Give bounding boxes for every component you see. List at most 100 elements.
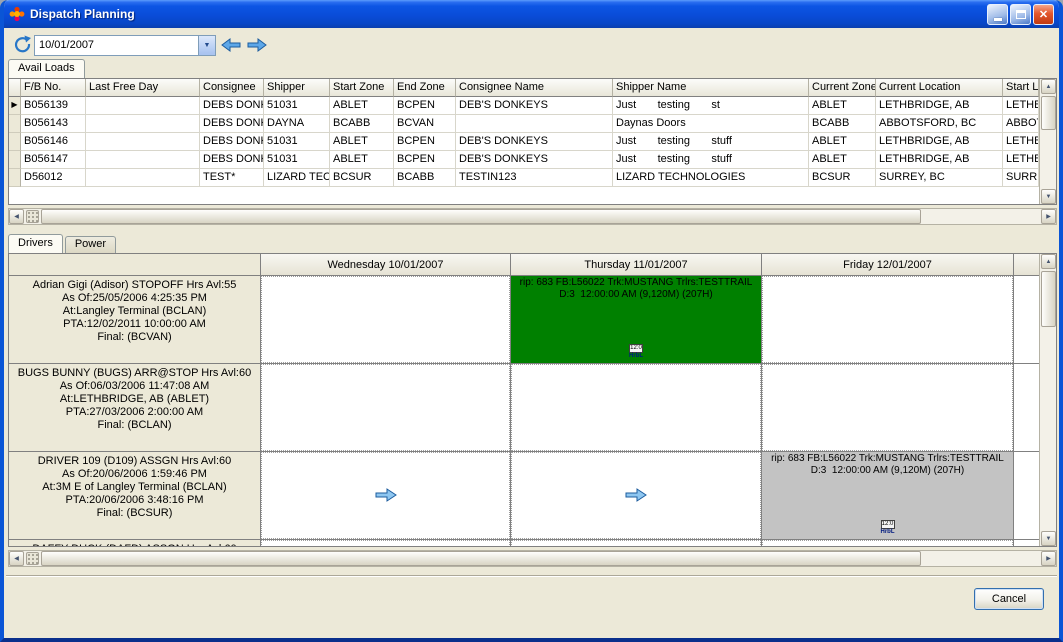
cell[interactable]: ABLET: [809, 97, 876, 115]
date-combobox[interactable]: 10/01/2007 ▼: [34, 35, 216, 56]
cell[interactable]: TESTIN123: [456, 169, 613, 187]
scroll-down-button[interactable]: ▼: [1041, 531, 1056, 546]
table-row[interactable]: ▶B056139DEBS DONKE51031ABLETBCPENDEB'S D…: [9, 97, 1039, 115]
row-selector[interactable]: [9, 151, 21, 169]
cell[interactable]: BCABB: [394, 169, 456, 187]
schedule-vertical-scrollbar[interactable]: ▲ ▼: [1039, 254, 1056, 546]
cell[interactable]: 51031: [264, 151, 330, 169]
schedule-cell[interactable]: [511, 540, 762, 546]
column-header[interactable]: F/B No.: [21, 79, 86, 97]
schedule-cell[interactable]: [762, 540, 1014, 546]
cell[interactable]: DEBS DONKE: [200, 151, 264, 169]
cell[interactable]: TEST*: [200, 169, 264, 187]
cell[interactable]: BCSUR: [330, 169, 394, 187]
cell[interactable]: DEBS DONKE: [200, 97, 264, 115]
schedule-cell[interactable]: [261, 540, 511, 546]
splitter-grip[interactable]: [26, 552, 39, 565]
cell[interactable]: LETHBRIDGE, AB: [876, 97, 1003, 115]
loads-vertical-scrollbar[interactable]: ▲ ▼: [1039, 79, 1056, 204]
splitter-grip[interactable]: [26, 210, 39, 223]
scroll-down-button[interactable]: ▼: [1041, 189, 1056, 204]
tab-power[interactable]: Power: [65, 236, 116, 253]
close-button[interactable]: ✕: [1033, 4, 1054, 25]
cell[interactable]: [86, 115, 200, 133]
combo-dropdown-button[interactable]: ▼: [198, 36, 215, 55]
scrollbar-thumb[interactable]: [41, 209, 921, 224]
cell[interactable]: DEB'S DONKEYS: [456, 97, 613, 115]
cell[interactable]: BCPEN: [394, 97, 456, 115]
cell[interactable]: DEBS DONKE: [200, 115, 264, 133]
schedule-cell[interactable]: rip: 683 FB:L56022 Trk:MUSTANG Trlrs:TES…: [762, 452, 1014, 540]
table-row[interactable]: D56012TEST*LIZARD TECBCSURBCABBTESTIN123…: [9, 169, 1039, 187]
cell[interactable]: 51031: [264, 133, 330, 151]
cell[interactable]: B056146: [21, 133, 86, 151]
cell[interactable]: B056143: [21, 115, 86, 133]
cell[interactable]: B056139: [21, 97, 86, 115]
cell[interactable]: DEB'S DONKEYS: [456, 133, 613, 151]
cell[interactable]: Just testing stuff: [613, 133, 809, 151]
driver-info-cell[interactable]: DAFFY DUCK (DAFD) ASSGN Hrs Avl:60: [9, 540, 261, 546]
cell[interactable]: ABLET: [809, 151, 876, 169]
scroll-up-button[interactable]: ▲: [1041, 79, 1056, 94]
date-value[interactable]: 10/01/2007: [35, 36, 198, 55]
cell[interactable]: Daynas Doors: [613, 115, 809, 133]
cell[interactable]: SURRE: [1003, 169, 1039, 187]
column-header[interactable]: Shipper Name: [613, 79, 809, 97]
scroll-left-button[interactable]: ◀: [9, 551, 24, 566]
cell[interactable]: ABLET: [809, 133, 876, 151]
driver-info-cell[interactable]: BUGS BUNNY (BUGS) ARR@STOP Hrs Avl:60As …: [9, 364, 261, 452]
schedule-cell[interactable]: [261, 452, 511, 540]
schedule-cell[interactable]: [511, 452, 762, 540]
driver-info-cell[interactable]: DRIVER 109 (D109) ASSGN Hrs Avl:60As Of:…: [9, 452, 261, 540]
cell[interactable]: LETHBRIDGE, AB: [876, 151, 1003, 169]
scroll-up-button[interactable]: ▲: [1041, 254, 1056, 269]
tab-drivers[interactable]: Drivers: [8, 234, 63, 253]
cell[interactable]: B056147: [21, 151, 86, 169]
scroll-right-button[interactable]: ▶: [1041, 209, 1056, 224]
schedule-cell[interactable]: [261, 364, 511, 452]
schedule-cell[interactable]: [261, 276, 511, 364]
cell[interactable]: LETHB: [1003, 97, 1039, 115]
row-selector[interactable]: [9, 133, 21, 151]
column-header[interactable]: Start L: [1003, 79, 1039, 97]
column-header[interactable]: Current Location: [876, 79, 1003, 97]
cell[interactable]: LETHB: [1003, 151, 1039, 169]
cell[interactable]: [86, 97, 200, 115]
cell[interactable]: BCPEN: [394, 151, 456, 169]
refresh-button[interactable]: [11, 34, 33, 56]
cancel-button[interactable]: Cancel: [974, 588, 1044, 610]
cell[interactable]: BCVAN: [394, 115, 456, 133]
cell[interactable]: ABLET: [330, 151, 394, 169]
cell[interactable]: [456, 115, 613, 133]
scrollbar-track[interactable]: [41, 209, 1041, 224]
cell[interactable]: BCSUR: [809, 169, 876, 187]
schedule-cell[interactable]: [762, 276, 1014, 364]
schedule-cell[interactable]: rip: 683 FB:L56022 Trk:MUSTANG Trlrs:TES…: [511, 276, 762, 364]
cell[interactable]: Just testing st: [613, 97, 809, 115]
driver-info-cell[interactable]: Adrian Gigi (Adisor) STOPOFF Hrs Avl:55A…: [9, 276, 261, 364]
cell[interactable]: BCPEN: [394, 133, 456, 151]
scrollbar-thumb[interactable]: [1041, 96, 1056, 130]
cell[interactable]: D56012: [21, 169, 86, 187]
cell[interactable]: [86, 133, 200, 151]
column-header[interactable]: Consignee: [200, 79, 264, 97]
schedule-cell[interactable]: [511, 364, 762, 452]
next-day-button[interactable]: [246, 36, 268, 56]
trip-block[interactable]: rip: 683 FB:L56022 Trk:MUSTANG Trlrs:TES…: [762, 452, 1013, 539]
table-row[interactable]: B056146 DEBS DONKE51031 ABLET BCPENDEB'S DO…: [9, 133, 1039, 151]
column-header[interactable]: Current Zone: [809, 79, 876, 97]
column-header[interactable]: Last Free Day: [86, 79, 200, 97]
row-selector[interactable]: ▶: [9, 97, 21, 115]
cell[interactable]: DAYNA: [264, 115, 330, 133]
tab-avail-loads[interactable]: Avail Loads: [8, 59, 85, 78]
cell[interactable]: ABBOT: [1003, 115, 1039, 133]
cell[interactable]: ABLET: [330, 97, 394, 115]
column-header[interactable]: Shipper: [264, 79, 330, 97]
column-header[interactable]: End Zone: [394, 79, 456, 97]
trip-block[interactable]: rip: 683 FB:L56022 Trk:MUSTANG Trlrs:TES…: [511, 276, 761, 363]
scrollbar-thumb[interactable]: [41, 551, 921, 566]
cell[interactable]: Just testing stuff: [613, 151, 809, 169]
cell[interactable]: DEBS DONKE: [200, 133, 264, 151]
cell[interactable]: [86, 169, 200, 187]
cell[interactable]: 51031: [264, 97, 330, 115]
